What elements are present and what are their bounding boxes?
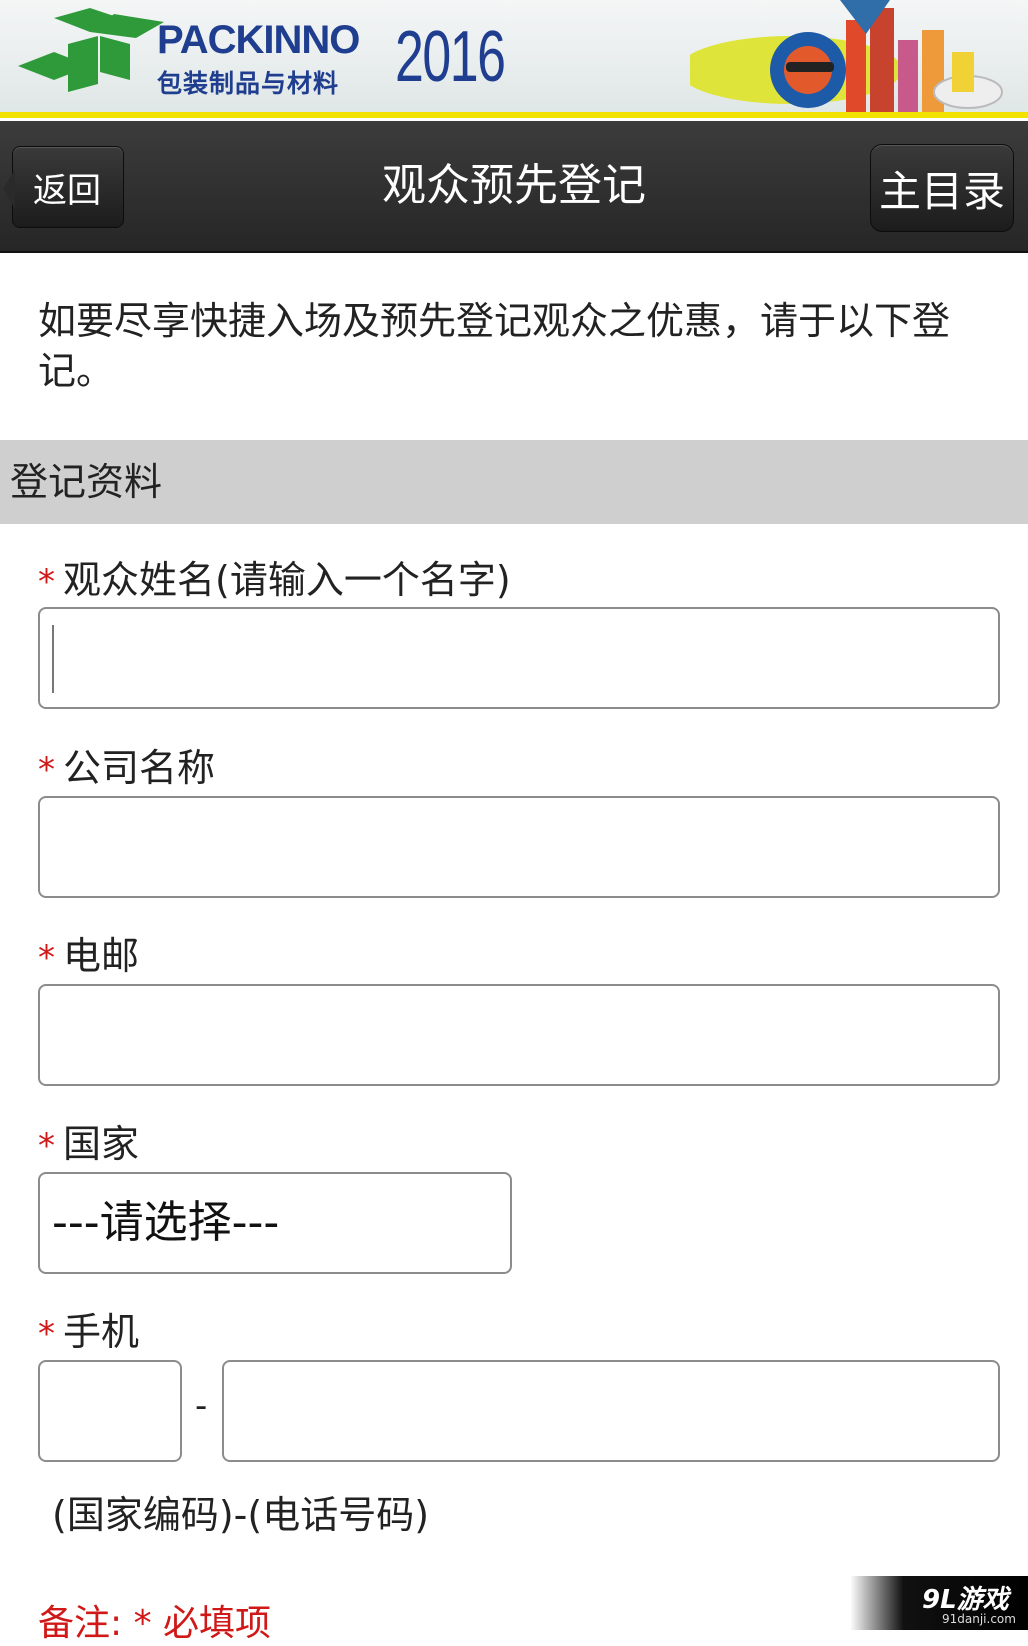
brand-name: PACKINNO (157, 18, 360, 62)
banner-illustration-icon (690, 0, 1003, 112)
back-button[interactable]: 返回 (3, 146, 124, 228)
site-watermark: 9L游戏 91danji.com (850, 1576, 1028, 1630)
section-heading: 登记资料 (0, 440, 1028, 524)
required-mark: * (38, 750, 55, 790)
watermark-url: 91danji.com (942, 1612, 1016, 1626)
name-label: * 观众姓名(请输入一个名字) (38, 556, 511, 604)
back-arrow-icon (3, 169, 15, 209)
name-input[interactable] (38, 607, 1000, 709)
country-label-text: 国家 (63, 1122, 140, 1166)
packinno-logo-icon (18, 8, 164, 92)
country-code-input[interactable] (38, 1360, 182, 1462)
navigation-bar: 返回 观众预先登记 主目录 (0, 121, 1028, 253)
banner-stripe (0, 112, 1028, 118)
mobile-label-text: 手机 (63, 1310, 140, 1354)
company-label: * 公司名称 (38, 744, 215, 792)
required-note: 备注: * 必填项 (38, 1603, 272, 1644)
brand-subtitle: 包装制品与材料 (157, 69, 340, 98)
company-label-text: 公司名称 (63, 746, 216, 790)
required-mark: * (38, 938, 55, 978)
email-label-text: 电邮 (63, 934, 140, 978)
required-mark: * (38, 1126, 55, 1166)
name-label-text: 观众姓名(请输入一个名字) (63, 558, 511, 602)
mobile-label: * 手机 (38, 1308, 139, 1356)
email-input[interactable] (38, 984, 1000, 1086)
watermark-logo: 9L游戏 (922, 1585, 1009, 1615)
company-input[interactable] (38, 796, 1000, 898)
text-cursor (52, 625, 54, 693)
phone-separator: - (195, 1386, 208, 1426)
country-label: * 国家 (38, 1120, 139, 1168)
main-menu-button[interactable]: 主目录 (870, 144, 1014, 232)
required-mark: * (38, 562, 55, 602)
required-mark: * (38, 1314, 55, 1354)
email-label: * 电邮 (38, 932, 139, 980)
brand-year: 2016 (395, 17, 506, 97)
back-button-label: 返回 (33, 170, 101, 211)
intro-text: 如要尽享快捷入场及预先登记观众之优惠，请于以下登记。 (38, 299, 951, 393)
mobile-format-hint: (国家编码)-(电话号码) (52, 1493, 430, 1537)
phone-number-input[interactable] (222, 1360, 1000, 1462)
country-select[interactable]: ---请选择--- (38, 1172, 512, 1274)
header-banner: PACKINNO 包装制品与材料 2016 (0, 0, 1028, 118)
